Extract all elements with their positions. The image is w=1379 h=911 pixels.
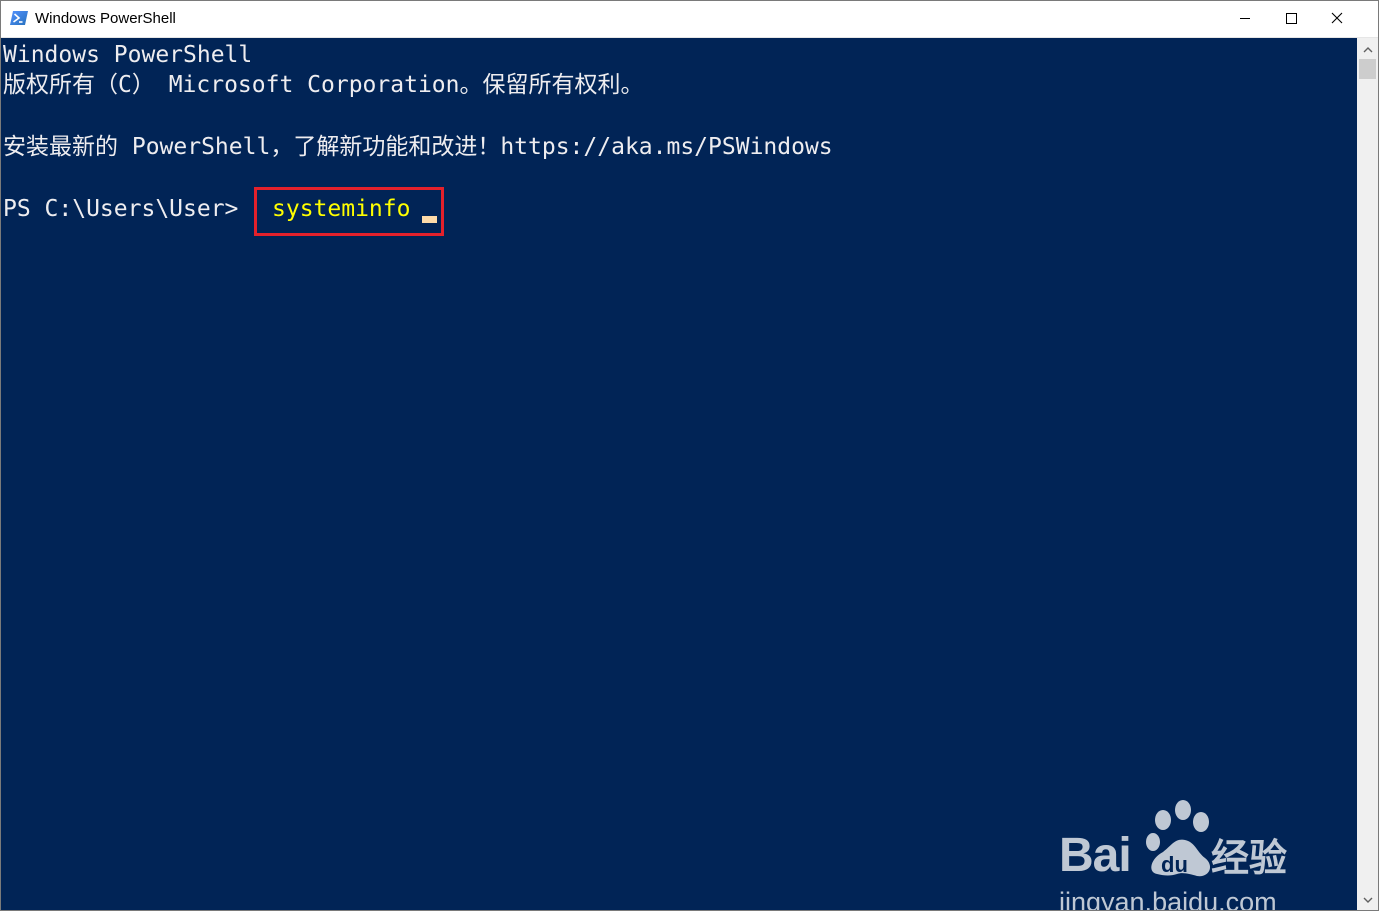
powershell-window: Windows PowerShell Windows PowerShell 版权… — [0, 0, 1379, 911]
baidu-jingyan-watermark: Bai du 经验 jingyan.baidu.com — [1051, 800, 1321, 910]
console-line-copyright: 版权所有（C） Microsoft Corporation。保留所有权利。 — [3, 72, 644, 98]
command-highlight-box — [254, 187, 444, 236]
svg-text:du: du — [1161, 852, 1188, 877]
title-bar[interactable]: Windows PowerShell — [1, 1, 1378, 38]
close-button[interactable] — [1314, 1, 1360, 38]
console-line-update-notice: 安装最新的 PowerShell，了解新功能和改进！https://aka.ms… — [3, 134, 833, 160]
scroll-down-arrow-icon — [1363, 890, 1373, 908]
scroll-up-button[interactable] — [1357, 40, 1378, 58]
minimize-icon — [1239, 11, 1251, 29]
console-line-title: Windows PowerShell — [3, 42, 253, 68]
watermark-brand: Bai — [1059, 829, 1132, 882]
minimize-button[interactable] — [1222, 1, 1268, 38]
maximize-button[interactable] — [1268, 1, 1314, 38]
scroll-up-arrow-icon — [1363, 40, 1373, 58]
watermark-brand-cn: 经验 — [1211, 836, 1288, 880]
scroll-down-button[interactable] — [1357, 890, 1378, 908]
window-title: Windows PowerShell — [35, 10, 176, 27]
powershell-icon — [10, 10, 28, 26]
watermark-url: jingyan.baidu.com — [1059, 887, 1277, 910]
baidu-paw-icon: du — [1143, 800, 1219, 880]
maximize-icon — [1285, 11, 1297, 29]
console-prompt: PS C:\Users\User> — [3, 196, 239, 222]
vertical-scrollbar[interactable] — [1357, 38, 1378, 910]
console-output[interactable]: Windows PowerShell 版权所有（C） Microsoft Cor… — [1, 38, 1357, 910]
close-icon — [1331, 11, 1343, 29]
scrollbar-thumb[interactable] — [1359, 59, 1376, 79]
